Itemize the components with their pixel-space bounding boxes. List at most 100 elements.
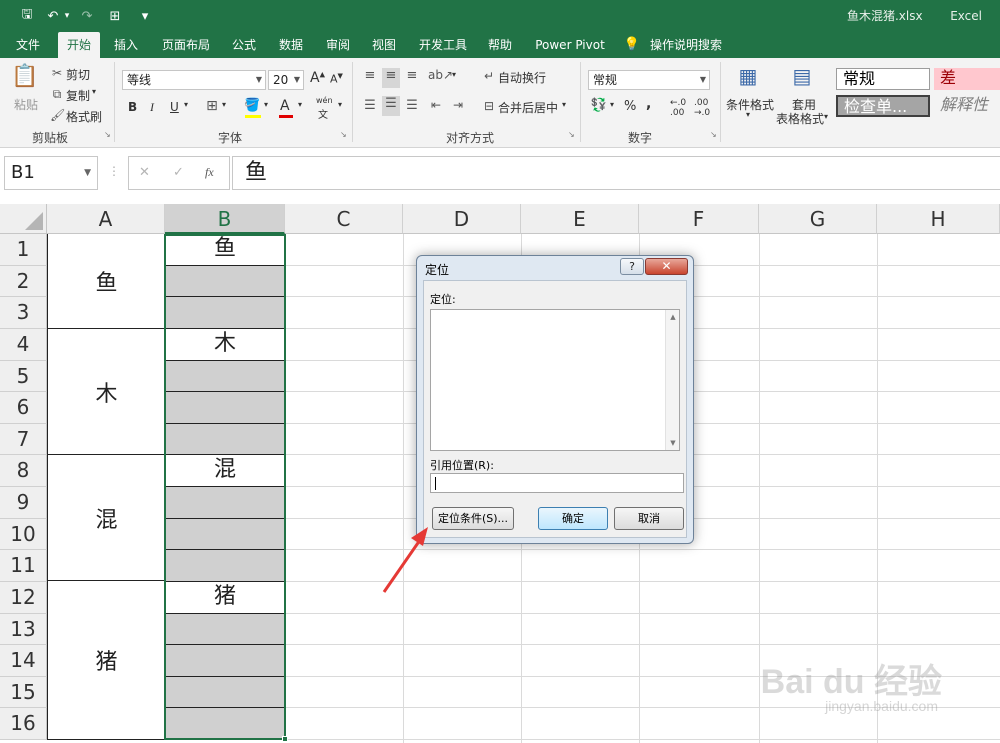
- grow-font-button[interactable]: A▲: [310, 70, 325, 86]
- comma-style-button[interactable]: ,: [646, 96, 651, 112]
- phonetic-dropdown-icon[interactable]: ▾: [338, 100, 342, 109]
- chevron-down-icon[interactable]: ▼: [84, 157, 91, 189]
- column-header-b[interactable]: B: [165, 204, 285, 234]
- percent-style-button[interactable]: %: [624, 99, 636, 114]
- row-header-14[interactable]: 14: [0, 645, 47, 677]
- scroll-up-icon[interactable]: ▲: [666, 310, 680, 324]
- conditional-formatting-dropdown-icon[interactable]: ▾: [746, 110, 750, 119]
- fill-handle[interactable]: [282, 736, 288, 742]
- merged-cell-a4[interactable]: 木: [48, 329, 165, 455]
- underline-button[interactable]: U: [170, 100, 179, 114]
- undo-dropdown-icon[interactable]: ▾: [62, 6, 72, 26]
- column-header-f[interactable]: F: [639, 204, 759, 234]
- undo-icon[interactable]: ↶: [44, 6, 62, 26]
- copy-button[interactable]: 复制: [66, 87, 90, 104]
- orientation-dropdown-icon[interactable]: ▾: [452, 70, 456, 79]
- style-bad[interactable]: 差: [934, 68, 1000, 90]
- tab-review[interactable]: 审阅: [318, 32, 358, 58]
- row-header-15[interactable]: 15: [0, 676, 47, 709]
- formula-input[interactable]: 鱼: [232, 156, 1000, 190]
- align-right-icon[interactable]: ☰: [404, 98, 420, 113]
- enter-icon[interactable]: ✓: [173, 165, 184, 180]
- column-header-e[interactable]: E: [521, 204, 639, 234]
- row-header-7[interactable]: 7: [0, 423, 47, 456]
- align-bottom-icon[interactable]: ≡: [404, 68, 420, 83]
- tab-view[interactable]: 视图: [364, 32, 404, 58]
- row-header-12[interactable]: 12: [0, 581, 47, 614]
- splitter-icon[interactable]: ⋮: [108, 164, 120, 178]
- tab-data[interactable]: 数据: [271, 32, 311, 58]
- copy-dropdown-icon[interactable]: ▾: [92, 87, 96, 96]
- merged-cell-a12[interactable]: 猪: [48, 581, 165, 740]
- align-middle-icon[interactable]: ≡: [382, 68, 400, 88]
- decrease-indent-icon[interactable]: ⇤: [428, 98, 444, 112]
- tab-home[interactable]: 开始: [58, 32, 100, 58]
- font-launcher-icon[interactable]: ↘: [340, 130, 347, 139]
- orientation-icon[interactable]: ab↗: [428, 68, 453, 82]
- style-check-cell[interactable]: 检查单...: [836, 95, 930, 117]
- font-color-dropdown-icon[interactable]: ▾: [298, 100, 302, 109]
- row-header-3[interactable]: 3: [0, 297, 47, 329]
- row-header-1[interactable]: 1: [0, 234, 47, 266]
- format-as-table-dropdown-icon[interactable]: ▾: [824, 112, 828, 121]
- list-scrollbar[interactable]: ▲ ▼: [665, 310, 679, 450]
- row-header-10[interactable]: 10: [0, 518, 47, 551]
- row-header-2[interactable]: 2: [0, 265, 47, 298]
- alignment-launcher-icon[interactable]: ↘: [568, 130, 575, 139]
- underline-dropdown-icon[interactable]: ▾: [184, 100, 188, 109]
- align-top-icon[interactable]: ≡: [362, 68, 378, 83]
- tab-formulas[interactable]: 公式: [224, 32, 264, 58]
- redo-icon[interactable]: ↷: [78, 6, 96, 26]
- customize-qat-icon[interactable]: ▾: [138, 6, 152, 26]
- merged-cell-a8[interactable]: 混: [48, 455, 165, 581]
- row-header-5[interactable]: 5: [0, 360, 47, 393]
- goto-list[interactable]: ▲ ▼: [430, 309, 680, 451]
- decrease-decimal-icon[interactable]: .00 →.0: [694, 98, 710, 118]
- row-header-6[interactable]: 6: [0, 392, 47, 424]
- help-button[interactable]: ?: [620, 258, 644, 275]
- fill-color-icon[interactable]: 🪣: [244, 98, 260, 113]
- name-box[interactable]: B1 ▼: [4, 156, 98, 190]
- font-color-button[interactable]: A: [280, 98, 290, 114]
- borders-dropdown-icon[interactable]: ▾: [222, 100, 226, 109]
- bold-button[interactable]: B: [128, 100, 137, 114]
- column-header-c[interactable]: C: [285, 204, 403, 234]
- select-all-corner[interactable]: [0, 204, 47, 234]
- cut-button[interactable]: 剪切: [66, 66, 90, 83]
- row-header-11[interactable]: 11: [0, 550, 47, 582]
- cancel-button[interactable]: 取消: [614, 507, 684, 530]
- format-as-table-icon[interactable]: ▤: [788, 64, 816, 92]
- shrink-font-button[interactable]: A▼: [330, 72, 343, 86]
- accounting-dropdown-icon[interactable]: ▾: [610, 100, 614, 109]
- font-name-select[interactable]: 等线 ▼: [122, 70, 266, 90]
- tab-help[interactable]: 帮助: [480, 32, 520, 58]
- italic-button[interactable]: I: [150, 100, 154, 115]
- accounting-format-icon[interactable]: 💱: [590, 98, 608, 113]
- merged-cell-a1[interactable]: 鱼: [48, 234, 165, 329]
- row-header-13[interactable]: 13: [0, 613, 47, 646]
- ok-button[interactable]: 确定: [538, 507, 608, 530]
- row-header-9[interactable]: 9: [0, 487, 47, 519]
- align-left-icon[interactable]: ☰: [362, 98, 378, 113]
- column-header-g[interactable]: G: [759, 204, 877, 234]
- increase-indent-icon[interactable]: ⇥: [450, 98, 466, 112]
- font-size-select[interactable]: 20 ▼: [268, 70, 304, 90]
- style-explanatory[interactable]: 解释性: [934, 95, 1000, 117]
- increase-decimal-icon[interactable]: ←.0.00: [670, 98, 686, 118]
- tab-file[interactable]: 文件: [8, 32, 48, 58]
- row-header-16[interactable]: 16: [0, 708, 47, 740]
- style-normal[interactable]: 常规: [836, 68, 930, 90]
- goto-special-button[interactable]: 定位条件(S)...: [432, 507, 514, 530]
- borders-icon[interactable]: ⊞: [204, 98, 220, 114]
- column-header-d[interactable]: D: [403, 204, 521, 234]
- tab-power-pivot[interactable]: Power Pivot: [532, 32, 608, 58]
- reference-input[interactable]: [430, 473, 684, 493]
- number-launcher-icon[interactable]: ↘: [710, 130, 717, 139]
- wrap-text-button[interactable]: 自动换行: [498, 69, 546, 86]
- phonetic-button[interactable]: wén: [316, 96, 333, 105]
- align-center-icon[interactable]: ☰: [382, 96, 400, 116]
- scroll-down-icon[interactable]: ▼: [666, 436, 680, 450]
- row-header-8[interactable]: 8: [0, 455, 47, 487]
- tab-developer[interactable]: 开发工具: [414, 32, 472, 58]
- format-as-table-button[interactable]: 表格格式: [776, 110, 824, 127]
